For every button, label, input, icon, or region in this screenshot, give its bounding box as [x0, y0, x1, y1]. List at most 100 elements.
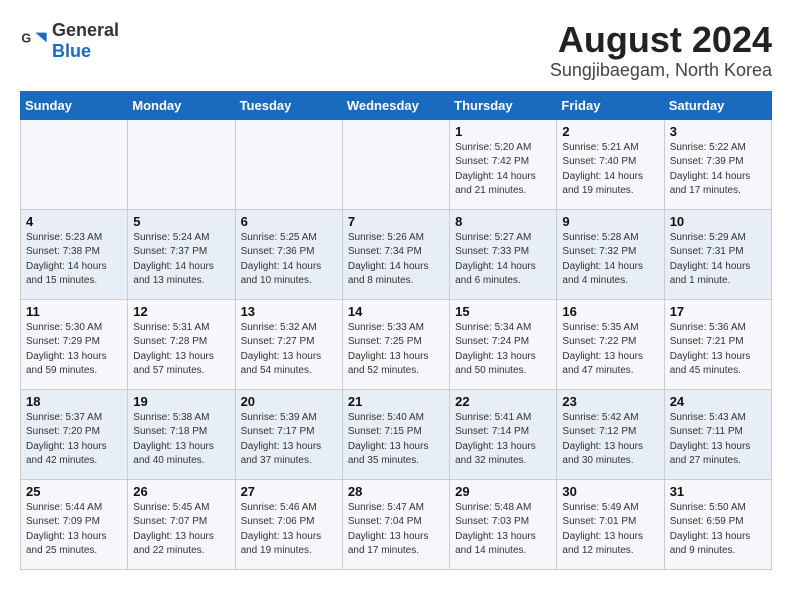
- calendar-cell: [21, 119, 128, 209]
- day-number: 16: [562, 304, 658, 319]
- day-detail: Sunrise: 5:26 AM Sunset: 7:34 PM Dayligh…: [348, 231, 444, 289]
- calendar-cell: 25 Sunrise: 5:44 AM Sunset: 7:09 PM Dayli…: [21, 479, 128, 569]
- day-detail: Sunrise: 5:39 AM Sunset: 7:17 PM Dayligh…: [241, 411, 337, 469]
- calendar-cell: 21 Sunrise: 5:40 AM Sunset: 7:15 PM Dayli…: [342, 389, 449, 479]
- calendar-cell: 17 Sunrise: 5:36 AM Sunset: 7:21 PM Dayli…: [664, 299, 771, 389]
- day-number: 10: [670, 214, 766, 229]
- calendar-cell: 10 Sunrise: 5:29 AM Sunset: 7:31 PM Dayli…: [664, 209, 771, 299]
- calendar-week-3: 11 Sunrise: 5:30 AM Sunset: 7:29 PM Dayli…: [21, 299, 772, 389]
- day-number: 14: [348, 304, 444, 319]
- calendar-cell: 14 Sunrise: 5:33 AM Sunset: 7:25 PM Dayli…: [342, 299, 449, 389]
- calendar-cell: 29 Sunrise: 5:48 AM Sunset: 7:03 PM Dayli…: [450, 479, 557, 569]
- calendar-cell: 24 Sunrise: 5:43 AM Sunset: 7:11 PM Dayli…: [664, 389, 771, 479]
- header-monday: Monday: [128, 91, 235, 119]
- day-detail: Sunrise: 5:46 AM Sunset: 7:06 PM Dayligh…: [241, 501, 337, 559]
- day-detail: Sunrise: 5:34 AM Sunset: 7:24 PM Dayligh…: [455, 321, 551, 379]
- calendar-cell: 8 Sunrise: 5:27 AM Sunset: 7:33 PM Daylig…: [450, 209, 557, 299]
- calendar-week-1: 1 Sunrise: 5:20 AM Sunset: 7:42 PM Daylig…: [21, 119, 772, 209]
- calendar-cell: 3Sunrise: 5:22 AM Sunset: 7:39 PM Daylig…: [664, 119, 771, 209]
- day-detail: Sunrise: 5:48 AM Sunset: 7:03 PM Dayligh…: [455, 501, 551, 559]
- day-detail: Sunrise: 5:38 AM Sunset: 7:18 PM Dayligh…: [133, 411, 229, 469]
- day-number: 27: [241, 484, 337, 499]
- calendar-cell: 23 Sunrise: 5:42 AM Sunset: 7:12 PM Dayli…: [557, 389, 664, 479]
- day-number: 8: [455, 214, 551, 229]
- header: G General Blue August 2024 Sungjibaegam,…: [20, 20, 772, 81]
- day-detail: Sunrise: 5:42 AM Sunset: 7:12 PM Dayligh…: [562, 411, 658, 469]
- day-detail: Sunrise: 5:44 AM Sunset: 7:09 PM Dayligh…: [26, 501, 122, 559]
- day-number: 25: [26, 484, 122, 499]
- header-friday: Friday: [557, 91, 664, 119]
- day-detail: Sunrise: 5:27 AM Sunset: 7:33 PM Dayligh…: [455, 231, 551, 289]
- calendar-cell: 9 Sunrise: 5:28 AM Sunset: 7:32 PM Daylig…: [557, 209, 664, 299]
- day-detail: Sunrise: 5:33 AM Sunset: 7:25 PM Dayligh…: [348, 321, 444, 379]
- calendar-cell: 4Sunrise: 5:23 AM Sunset: 7:38 PM Daylig…: [21, 209, 128, 299]
- day-detail: Sunrise: 5:36 AM Sunset: 7:21 PM Dayligh…: [670, 321, 766, 379]
- day-detail: Sunrise: 5:47 AM Sunset: 7:04 PM Dayligh…: [348, 501, 444, 559]
- calendar-cell: 1 Sunrise: 5:20 AM Sunset: 7:42 PM Daylig…: [450, 119, 557, 209]
- day-number: 12: [133, 304, 229, 319]
- calendar-cell: 15 Sunrise: 5:34 AM Sunset: 7:24 PM Dayli…: [450, 299, 557, 389]
- calendar-cell: 22Sunrise: 5:41 AM Sunset: 7:14 PM Dayli…: [450, 389, 557, 479]
- calendar-cell: 2Sunrise: 5:21 AM Sunset: 7:40 PM Daylig…: [557, 119, 664, 209]
- day-number: 13: [241, 304, 337, 319]
- day-number: 21: [348, 394, 444, 409]
- calendar-cell: 11 Sunrise: 5:30 AM Sunset: 7:29 PM Dayli…: [21, 299, 128, 389]
- logo: G General Blue: [20, 20, 119, 62]
- day-number: 2: [562, 124, 658, 139]
- calendar-week-2: 4Sunrise: 5:23 AM Sunset: 7:38 PM Daylig…: [21, 209, 772, 299]
- calendar-cell: 28 Sunrise: 5:47 AM Sunset: 7:04 PM Dayli…: [342, 479, 449, 569]
- day-number: 17: [670, 304, 766, 319]
- title-block: August 2024 Sungjibaegam, North Korea: [550, 20, 772, 81]
- day-detail: Sunrise: 5:30 AM Sunset: 7:29 PM Dayligh…: [26, 321, 122, 379]
- day-detail: Sunrise: 5:35 AM Sunset: 7:22 PM Dayligh…: [562, 321, 658, 379]
- day-number: 29: [455, 484, 551, 499]
- day-number: 18: [26, 394, 122, 409]
- logo-blue: Blue: [52, 41, 91, 61]
- calendar-cell: 7 Sunrise: 5:26 AM Sunset: 7:34 PM Daylig…: [342, 209, 449, 299]
- calendar-cell: 16 Sunrise: 5:35 AM Sunset: 7:22 PM Dayli…: [557, 299, 664, 389]
- logo-icon: G: [20, 27, 48, 55]
- day-detail: Sunrise: 5:29 AM Sunset: 7:31 PM Dayligh…: [670, 231, 766, 289]
- day-detail: Sunrise: 5:32 AM Sunset: 7:27 PM Dayligh…: [241, 321, 337, 379]
- header-thursday: Thursday: [450, 91, 557, 119]
- day-detail: Sunrise: 5:37 AM Sunset: 7:20 PM Dayligh…: [26, 411, 122, 469]
- calendar-week-4: 18 Sunrise: 5:37 AM Sunset: 7:20 PM Dayli…: [21, 389, 772, 479]
- calendar-table: SundayMondayTuesdayWednesdayThursdayFrid…: [20, 91, 772, 570]
- day-detail: Sunrise: 5:43 AM Sunset: 7:11 PM Dayligh…: [670, 411, 766, 469]
- calendar-cell: 6Sunrise: 5:25 AM Sunset: 7:36 PM Daylig…: [235, 209, 342, 299]
- day-number: 1: [455, 124, 551, 139]
- calendar-cell: 19 Sunrise: 5:38 AM Sunset: 7:18 PM Dayli…: [128, 389, 235, 479]
- calendar-cell: 18 Sunrise: 5:37 AM Sunset: 7:20 PM Dayli…: [21, 389, 128, 479]
- day-number: 15: [455, 304, 551, 319]
- day-detail: Sunrise: 5:20 AM Sunset: 7:42 PM Dayligh…: [455, 141, 551, 199]
- calendar-cell: 31Sunrise: 5:50 AM Sunset: 6:59 PM Dayli…: [664, 479, 771, 569]
- day-number: 28: [348, 484, 444, 499]
- header-wednesday: Wednesday: [342, 91, 449, 119]
- day-detail: Sunrise: 5:25 AM Sunset: 7:36 PM Dayligh…: [241, 231, 337, 289]
- header-sunday: Sunday: [21, 91, 128, 119]
- calendar-cell: 26Sunrise: 5:45 AM Sunset: 7:07 PM Dayli…: [128, 479, 235, 569]
- day-number: 11: [26, 304, 122, 319]
- header-saturday: Saturday: [664, 91, 771, 119]
- calendar-cell: 27 Sunrise: 5:46 AM Sunset: 7:06 PM Dayli…: [235, 479, 342, 569]
- day-number: 5: [133, 214, 229, 229]
- day-number: 9: [562, 214, 658, 229]
- day-detail: Sunrise: 5:50 AM Sunset: 6:59 PM Dayligh…: [670, 501, 766, 559]
- day-number: 20: [241, 394, 337, 409]
- month-year-title: August 2024: [550, 20, 772, 60]
- day-number: 19: [133, 394, 229, 409]
- day-number: 7: [348, 214, 444, 229]
- calendar-body: 1 Sunrise: 5:20 AM Sunset: 7:42 PM Daylig…: [21, 119, 772, 569]
- day-number: 23: [562, 394, 658, 409]
- day-detail: Sunrise: 5:41 AM Sunset: 7:14 PM Dayligh…: [455, 411, 551, 469]
- calendar-cell: 13 Sunrise: 5:32 AM Sunset: 7:27 PM Dayli…: [235, 299, 342, 389]
- day-detail: Sunrise: 5:28 AM Sunset: 7:32 PM Dayligh…: [562, 231, 658, 289]
- calendar-cell: 20 Sunrise: 5:39 AM Sunset: 7:17 PM Dayli…: [235, 389, 342, 479]
- calendar-week-5: 25 Sunrise: 5:44 AM Sunset: 7:09 PM Dayli…: [21, 479, 772, 569]
- svg-text:G: G: [21, 31, 31, 45]
- calendar-cell: 5Sunrise: 5:24 AM Sunset: 7:37 PM Daylig…: [128, 209, 235, 299]
- day-detail: Sunrise: 5:40 AM Sunset: 7:15 PM Dayligh…: [348, 411, 444, 469]
- header-row: SundayMondayTuesdayWednesdayThursdayFrid…: [21, 91, 772, 119]
- day-detail: Sunrise: 5:22 AM Sunset: 7:39 PM Dayligh…: [670, 141, 766, 199]
- day-number: 24: [670, 394, 766, 409]
